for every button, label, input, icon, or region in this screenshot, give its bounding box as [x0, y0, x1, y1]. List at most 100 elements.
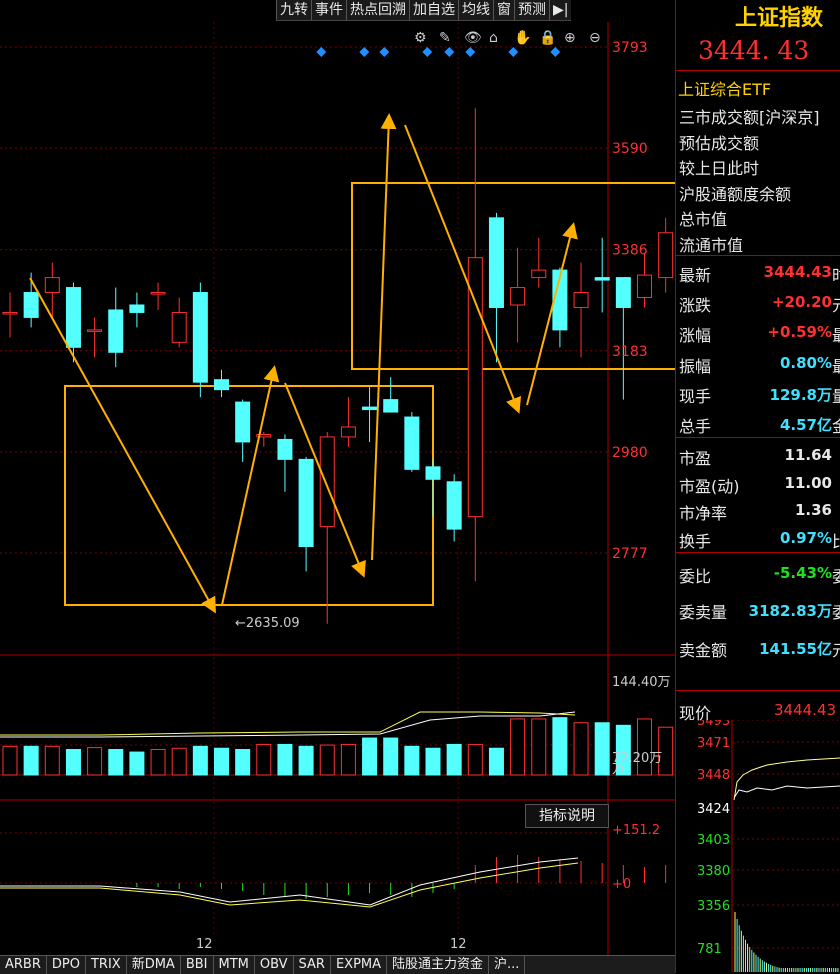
candle[interactable] — [637, 274, 652, 299]
candle[interactable] — [573, 292, 589, 308]
event-marker-icon[interactable] — [422, 47, 433, 57]
candle[interactable] — [298, 458, 314, 548]
intraday-mini-chart[interactable]: 3493 3471 3448 3424 3403 3380 3356 781 — [677, 720, 840, 972]
candle[interactable] — [65, 287, 81, 348]
event-marker-icon[interactable] — [508, 47, 519, 57]
candle[interactable] — [23, 292, 39, 318]
volume-bar — [488, 747, 504, 776]
event-marker-icon[interactable] — [379, 47, 390, 57]
candle[interactable] — [658, 232, 674, 279]
indicator-tab[interactable]: ARBR — [0, 956, 47, 974]
indicator-tick: +151.2 — [612, 823, 660, 838]
event-marker-icon[interactable] — [550, 47, 561, 57]
event-marker-icon[interactable] — [465, 47, 476, 57]
quote-value: 0.97% — [779, 529, 832, 547]
etf-link[interactable]: 上证综合ETF — [678, 76, 771, 100]
candle[interactable] — [129, 304, 145, 313]
candle[interactable] — [214, 379, 229, 391]
quote-label: 市盈(动) — [679, 477, 740, 496]
volume-bar — [277, 743, 293, 776]
chart-tool-icon[interactable]: ✋ — [514, 29, 531, 46]
candle[interactable] — [150, 292, 166, 295]
mini-tick: 781 — [697, 942, 722, 957]
quote-label: 涨幅 — [679, 326, 712, 345]
chart-tool-icon[interactable]: ⚙ — [414, 30, 427, 46]
candle[interactable] — [446, 481, 462, 530]
toolbar-2[interactable]: 热点回溯 — [346, 0, 409, 20]
candle[interactable] — [488, 217, 504, 308]
toolbar-5[interactable]: 窗 — [493, 0, 514, 20]
candle[interactable] — [531, 269, 547, 279]
pattern-box — [351, 182, 675, 370]
toolbar-expand-icon[interactable]: ▶| — [549, 0, 571, 20]
volume-bar — [594, 722, 610, 776]
indicator-tab[interactable]: 陆股通主力资金 — [387, 956, 490, 974]
quote-value: 129.8万 — [769, 386, 832, 404]
candle[interactable] — [404, 416, 420, 470]
indicator-tab[interactable]: 新DMA — [127, 956, 181, 974]
candle[interactable] — [362, 406, 378, 411]
price-tick: 2777 — [612, 546, 648, 562]
indicator-tab[interactable]: TRIX — [86, 956, 127, 974]
quote-label: 最新 — [679, 266, 712, 285]
indicator-tab[interactable]: SAR — [294, 956, 331, 974]
stat-label: 总市值 — [679, 210, 728, 229]
toolbar-3[interactable]: 加自选 — [409, 0, 458, 20]
volume-bar — [108, 749, 124, 776]
event-marker-icon[interactable] — [359, 47, 370, 57]
volume-bar — [319, 744, 335, 776]
chart-tool-icon[interactable]: ✎ — [439, 30, 451, 46]
quote-suffix: 元 — [832, 637, 840, 661]
event-marker-icon[interactable] — [444, 47, 455, 57]
index-name: 上证指数 — [735, 5, 824, 31]
quote-value: 3182.83万 — [748, 602, 832, 620]
toolbar-1[interactable]: 事件 — [311, 0, 346, 20]
quote-value: 1.36 — [794, 501, 832, 519]
candle[interactable] — [340, 426, 356, 438]
indicator-line — [0, 862, 579, 908]
candle[interactable] — [510, 287, 526, 306]
indicator-tab[interactable]: DPO — [47, 956, 86, 974]
candle[interactable] — [615, 277, 631, 308]
chart-tool-icon[interactable]: 👁 — [464, 30, 482, 46]
toolbar-4[interactable]: 均线 — [458, 0, 493, 20]
mini-tick: 3424 — [697, 802, 730, 817]
chart-tool-icon[interactable]: ⌂ — [489, 30, 498, 46]
chart-tool-icon[interactable]: ⊖ — [589, 30, 601, 46]
indicator-tab[interactable]: MTM — [214, 956, 255, 974]
chart-tool-icon[interactable]: ⊕ — [564, 30, 576, 46]
volume-bar — [637, 718, 652, 776]
quote-suffix: 量 — [832, 383, 840, 407]
candle[interactable] — [467, 257, 483, 518]
quote-value: +0.59% — [767, 323, 832, 341]
quote-value: 11.64 — [784, 446, 832, 464]
candle[interactable] — [425, 466, 441, 480]
indicator-tab[interactable]: BBI — [181, 956, 214, 974]
volume-bar — [87, 747, 103, 776]
volume-bar — [573, 722, 589, 776]
indicator-help-button[interactable]: 指标说明 — [525, 804, 609, 828]
volume-bar — [214, 747, 229, 776]
event-marker-icon[interactable] — [316, 47, 327, 57]
quote-suffix: 元 — [832, 292, 840, 316]
candle[interactable] — [87, 329, 103, 332]
mini-avg-line — [733, 785, 840, 799]
indicator-tab[interactable]: 沪... — [489, 956, 526, 974]
toolbar-0[interactable]: 九转 — [276, 0, 311, 20]
candle[interactable] — [2, 311, 18, 315]
candle[interactable] — [171, 311, 187, 343]
candle[interactable] — [277, 438, 293, 460]
candle[interactable] — [383, 399, 399, 413]
candle[interactable] — [235, 401, 251, 443]
indicator-tab[interactable]: OBV — [255, 956, 294, 974]
toolbar-6[interactable]: 预测 — [514, 0, 549, 20]
chart-tool-icon[interactable]: 🔒 — [539, 30, 556, 46]
candle[interactable] — [319, 436, 335, 528]
candle[interactable] — [192, 292, 208, 383]
candle[interactable] — [44, 277, 60, 294]
candle[interactable] — [108, 309, 124, 353]
candle[interactable] — [594, 277, 610, 281]
quote-value: +20.20 — [771, 293, 832, 311]
indicator-tab[interactable]: EXPMA — [331, 956, 388, 974]
mini-price-line — [733, 757, 840, 801]
